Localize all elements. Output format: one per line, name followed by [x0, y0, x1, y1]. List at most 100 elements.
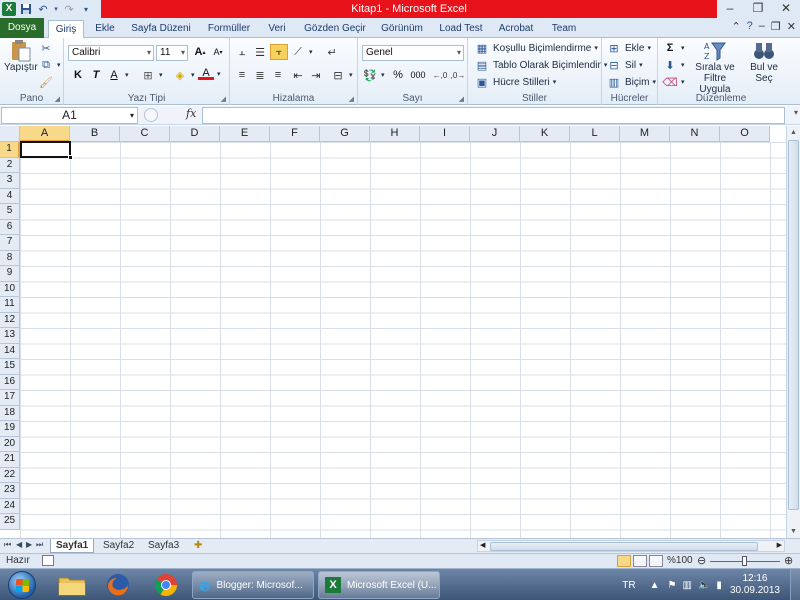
clear-button[interactable]: ⌫ ▾ [662, 75, 684, 89]
increase-decimal-button[interactable]: ←,0 [432, 68, 448, 82]
row-header-12[interactable]: 12 [0, 312, 20, 328]
show-hidden-icons-icon[interactable]: ▲ [650, 580, 660, 591]
action-center-icon[interactable]: ⚑ [668, 580, 677, 591]
cell-area[interactable] [20, 142, 786, 538]
select-all-button[interactable] [0, 126, 20, 142]
tab-data[interactable]: Veri [264, 20, 290, 38]
align-right-button[interactable]: ≡ [270, 68, 286, 82]
align-middle-button[interactable]: ☰ [252, 45, 268, 59]
underline-button[interactable]: A ▾ [106, 68, 128, 82]
customize-qat-icon[interactable]: ▾ [79, 2, 93, 16]
network-icon[interactable]: ▥ [683, 580, 692, 591]
column-header-n[interactable]: N [670, 126, 720, 142]
row-header-8[interactable]: 8 [0, 250, 20, 266]
power-icon[interactable]: ▮ [716, 580, 722, 591]
column-header-i[interactable]: I [420, 126, 470, 142]
font-launcher-icon[interactable]: ◢ [221, 95, 226, 103]
decrease-indent-button[interactable]: ⇤ [290, 68, 306, 82]
row-header-22[interactable]: 22 [0, 467, 20, 483]
alignment-launcher-icon[interactable]: ◢ [349, 95, 354, 103]
orientation-button[interactable]: ⟋ ▾ [290, 45, 312, 59]
find-select-button[interactable]: Bul ve Seç [746, 40, 782, 84]
decrease-decimal-button[interactable]: ,0→ [450, 68, 466, 82]
column-header-d[interactable]: D [170, 126, 220, 142]
sheet-tab-3[interactable]: Sayfa3 [143, 539, 184, 553]
row-header-5[interactable]: 5 [0, 204, 20, 220]
bold-button[interactable]: K [70, 68, 86, 82]
horizontal-scrollbar[interactable]: ◀ ▶ [477, 540, 785, 552]
increase-indent-button[interactable]: ⇥ [308, 68, 324, 82]
row-header-2[interactable]: 2 [0, 157, 20, 173]
help-icon[interactable]: ? [747, 20, 753, 33]
save-icon[interactable] [19, 2, 33, 16]
format-cells-button[interactable]: ▥ Biçim ▾ [606, 75, 656, 89]
column-header-h[interactable]: H [370, 126, 420, 142]
conditional-formatting-button[interactable]: ▦ Koşullu Biçimlendirme ▾ [474, 41, 598, 55]
row-header-21[interactable]: 21 [0, 452, 20, 468]
insert-cells-button[interactable]: ⊞ Ekle ▾ [606, 41, 651, 55]
tab-acrobat[interactable]: Acrobat [494, 20, 538, 38]
align-bottom-button[interactable]: ⫟ [270, 44, 288, 60]
column-header-k[interactable]: K [520, 126, 570, 142]
borders-button[interactable]: ⊞ ▾ [140, 68, 162, 82]
normal-view-icon[interactable] [617, 555, 631, 567]
column-header-j[interactable]: J [470, 126, 520, 142]
scroll-down-icon[interactable]: ▼ [787, 525, 800, 538]
font-family-select[interactable]: Calibri ▾ [68, 45, 154, 61]
macro-record-icon[interactable] [42, 555, 54, 566]
autosum-button[interactable]: Σ ▾ [662, 41, 685, 55]
next-sheet-icon[interactable]: ▶ [26, 540, 32, 549]
column-header-c[interactable]: C [120, 126, 170, 142]
zoom-in-icon[interactable]: ⊕ [784, 554, 793, 567]
italic-button[interactable]: T [88, 68, 104, 82]
copy-button[interactable]: ⧉ ▾ [38, 58, 60, 72]
last-sheet-icon[interactable]: ⏭ [36, 540, 43, 550]
taskbar-app-ie[interactable]: e Blogger: Microsof... [192, 571, 314, 599]
horizontal-scroll-thumb[interactable] [490, 542, 758, 551]
taskbar-app-excel[interactable]: X Microsoft Excel (U... [318, 571, 440, 599]
excel-logo-icon[interactable]: X [2, 2, 16, 16]
workbook-minimize-icon[interactable]: – [759, 20, 765, 33]
row-header-3[interactable]: 3 [0, 173, 20, 189]
clipboard-launcher-icon[interactable]: ◢ [55, 95, 60, 103]
row-header-20[interactable]: 20 [0, 436, 20, 452]
vertical-scrollbar[interactable]: ▲ ▼ [786, 126, 800, 538]
fill-color-button[interactable]: ◈ ▾ [172, 68, 195, 82]
tab-page-layout[interactable]: Sayfa Düzeni [128, 20, 194, 38]
row-header-14[interactable]: 14 [0, 343, 20, 359]
column-header-l[interactable]: L [570, 126, 620, 142]
sheet-tab-2[interactable]: Sayfa2 [98, 539, 139, 553]
language-indicator[interactable]: TR [622, 580, 635, 591]
zoom-level[interactable]: %100 [667, 555, 693, 566]
tab-load-test[interactable]: Load Test [436, 20, 486, 38]
column-header-f[interactable]: F [270, 126, 320, 142]
paste-button[interactable]: Yapıştır [4, 40, 38, 73]
font-color-button[interactable]: A ▾ [198, 67, 221, 80]
tab-view[interactable]: Görünüm [376, 20, 428, 38]
name-box[interactable]: A1 ▾ [1, 107, 138, 124]
merge-center-button[interactable]: ⊟ ▾ [330, 68, 352, 82]
page-layout-view-icon[interactable] [633, 555, 647, 567]
row-header-24[interactable]: 24 [0, 498, 20, 514]
undo-icon[interactable]: ↶ [36, 2, 50, 16]
row-header-13[interactable]: 13 [0, 328, 20, 344]
format-painter-button[interactable]: 🖌 [38, 75, 54, 89]
zoom-out-icon[interactable]: ⊖ [697, 554, 706, 567]
grow-font-button[interactable]: A ▴ [192, 45, 208, 59]
redo-icon[interactable]: ↷ [62, 2, 76, 16]
tab-team[interactable]: Team [548, 20, 580, 38]
close-button[interactable]: ✕ [772, 0, 800, 18]
font-size-select[interactable]: 11 ▾ [156, 45, 188, 61]
scroll-right-icon[interactable]: ▶ [777, 541, 782, 549]
number-launcher-icon[interactable]: ◢ [459, 95, 464, 103]
tab-formulas[interactable]: Formüller [202, 20, 256, 38]
fill-handle[interactable] [68, 155, 73, 160]
page-break-view-icon[interactable] [649, 555, 663, 567]
tab-insert[interactable]: Ekle [90, 20, 120, 38]
insert-function-button[interactable]: fx [186, 107, 196, 120]
column-header-g[interactable]: G [320, 126, 370, 142]
sheet-tab-1[interactable]: Sayfa1 [50, 539, 95, 553]
start-button[interactable] [8, 571, 36, 599]
tab-home[interactable]: Giriş [48, 20, 84, 39]
column-header-m[interactable]: M [620, 126, 670, 142]
